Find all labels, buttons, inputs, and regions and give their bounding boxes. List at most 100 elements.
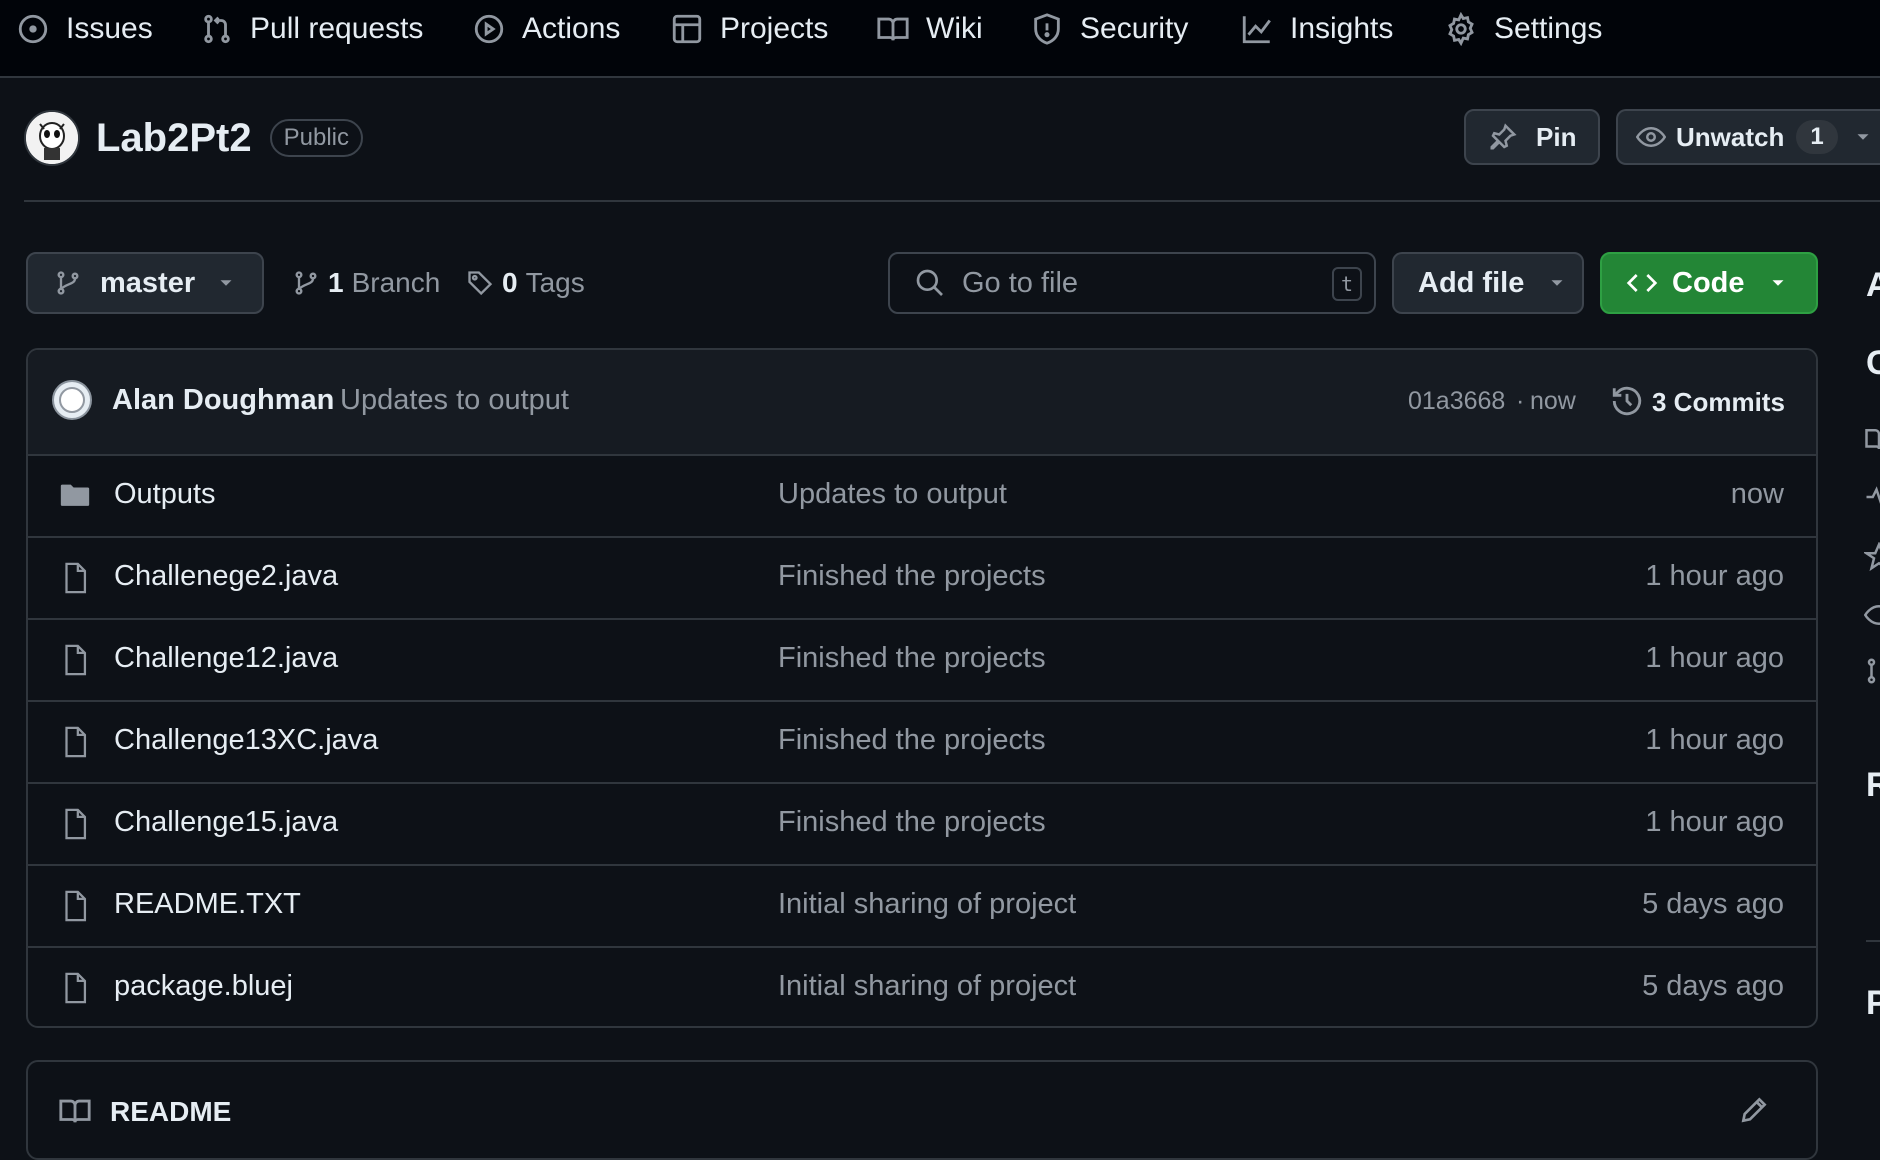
- file-row[interactable]: README.TXT Initial sharing of project 5 …: [28, 866, 1816, 948]
- branches-count: 1: [328, 267, 344, 298]
- file-commit-message[interactable]: Finished the projects: [778, 724, 1046, 757]
- fork-icon: [1867, 658, 1876, 684]
- sidebar-letter: P: [1866, 984, 1880, 1022]
- file-name[interactable]: Challenge15.java: [114, 806, 338, 839]
- file-commit-message[interactable]: Initial sharing of project: [778, 970, 1076, 1003]
- file-row-outputs[interactable]: Outputs Updates to output now: [28, 456, 1816, 538]
- file-name[interactable]: README.TXT: [114, 888, 301, 921]
- pin-icon: [1490, 123, 1517, 150]
- file-icon: [65, 562, 87, 594]
- branch-selector[interactable]: master: [26, 252, 264, 314]
- graph-icon: [1242, 16, 1271, 44]
- chevron-down-icon: [1857, 134, 1869, 140]
- readme-panel: README: [26, 1060, 1818, 1160]
- file-commit-message[interactable]: Finished the projects: [778, 642, 1046, 675]
- gear-icon: [1448, 12, 1474, 46]
- tab-security[interactable]: Security: [1030, 0, 1188, 58]
- file-commit-time: 1 hour ago: [1645, 642, 1784, 674]
- eye-icon: [1636, 126, 1666, 148]
- book-icon: [1865, 429, 1880, 450]
- tags-count: 0: [502, 267, 518, 298]
- chevron-down-icon: [1551, 280, 1563, 286]
- unwatch-button[interactable]: Unwatch 1: [1616, 109, 1880, 165]
- folder-icon: [60, 484, 90, 506]
- branches-label: Branch: [351, 267, 441, 298]
- issue-icon: [18, 14, 48, 44]
- file-commit-message[interactable]: Updates to output: [778, 478, 1007, 511]
- file-icon: [65, 972, 87, 1004]
- add-file-button[interactable]: Add file: [1392, 252, 1584, 314]
- file-commit-time: 5 days ago: [1642, 888, 1784, 920]
- tab-issues-label: Issues: [66, 12, 153, 45]
- repo-nav: Issues Pull requests Actions Projects Wi…: [0, 0, 1880, 78]
- chevron-down-icon: [1772, 280, 1783, 286]
- pencil-icon[interactable]: [1738, 1094, 1770, 1126]
- file-name[interactable]: Challenge12.java: [114, 642, 338, 675]
- tab-actions-label: Actions: [522, 12, 621, 45]
- add-file-label: Add file: [1418, 266, 1525, 299]
- search-placeholder: Go to file: [962, 266, 1079, 299]
- tab-settings[interactable]: Settings: [1444, 0, 1602, 58]
- pin-button[interactable]: Pin: [1464, 109, 1600, 165]
- tag-icon: [468, 271, 493, 296]
- file-name[interactable]: Challenege2.java: [114, 560, 338, 593]
- commit-time: now: [1530, 387, 1576, 415]
- commit-message[interactable]: Updates to output: [340, 384, 569, 417]
- owner-avatar[interactable]: [24, 110, 80, 166]
- book-icon: [59, 1099, 91, 1123]
- file-commit-time: 1 hour ago: [1645, 560, 1784, 592]
- commit-sha[interactable]: 01a3668: [1408, 387, 1505, 416]
- pulse-icon: [1866, 486, 1880, 504]
- file-row[interactable]: Challenge13XC.java Finished the projects…: [28, 702, 1816, 784]
- file-name[interactable]: Challenge13XC.java: [114, 724, 378, 757]
- readme-title[interactable]: README: [110, 1096, 231, 1128]
- code-button[interactable]: Code: [1600, 252, 1818, 314]
- eye-icon: [1864, 604, 1880, 626]
- author-avatar[interactable]: [52, 380, 92, 420]
- code-label: Code: [1672, 266, 1745, 299]
- file-name[interactable]: package.bluej: [114, 970, 293, 1003]
- go-to-file-input[interactable]: Go to file t: [888, 252, 1376, 314]
- commit-separator: ·: [1516, 387, 1525, 415]
- tags-label: Tags: [525, 267, 585, 298]
- branches-link[interactable]: 1 Branch: [292, 258, 440, 308]
- tab-security-label: Security: [1080, 12, 1189, 45]
- repo-name[interactable]: Lab2Pt2: [96, 116, 252, 161]
- sidebar-about-letter: A: [1866, 266, 1880, 304]
- file-row[interactable]: package.bluej Initial sharing of project…: [28, 948, 1816, 1026]
- tab-wiki-label: Wiki: [926, 12, 983, 45]
- unwatch-label: Unwatch: [1676, 121, 1785, 152]
- header-divider: [24, 200, 1880, 202]
- tab-insights[interactable]: Insights: [1240, 0, 1393, 58]
- branch-icon: [295, 271, 317, 295]
- commit-author[interactable]: Alan Doughman: [112, 384, 334, 417]
- play-icon: [474, 14, 504, 44]
- file-row[interactable]: Challenege2.java Finished the projects 1…: [28, 538, 1816, 620]
- file-icon: [65, 890, 87, 922]
- latest-commit-bar: Alan Doughman Updates to output 01a3668 …: [28, 350, 1816, 456]
- tags-link[interactable]: 0 Tags: [466, 258, 585, 308]
- file-commit-message[interactable]: Finished the projects: [778, 806, 1046, 839]
- file-icon: [65, 644, 87, 676]
- file-commit-message[interactable]: Finished the projects: [778, 560, 1046, 593]
- branch-icon: [57, 271, 79, 295]
- tab-actions[interactable]: Actions: [472, 0, 620, 58]
- tab-issues[interactable]: Issues: [16, 0, 153, 58]
- file-row[interactable]: Challenge15.java Finished the projects 1…: [28, 784, 1816, 866]
- file-icon: [65, 808, 87, 840]
- branch-name: master: [100, 266, 196, 299]
- shield-icon: [1034, 13, 1060, 45]
- file-commit-message[interactable]: Initial sharing of project: [778, 888, 1076, 921]
- file-commit-time: 1 hour ago: [1645, 724, 1784, 756]
- file-icon: [65, 726, 87, 758]
- tab-projects[interactable]: Projects: [670, 0, 828, 58]
- sidebar-letter: C: [1866, 344, 1880, 382]
- tab-wiki[interactable]: Wiki: [876, 0, 983, 58]
- file-table: Alan Doughman Updates to output 01a3668 …: [26, 348, 1818, 1028]
- repo-header: Lab2Pt2 Public: [24, 108, 363, 168]
- file-row[interactable]: Challenge12.java Finished the projects 1…: [28, 620, 1816, 702]
- file-name[interactable]: Outputs: [114, 478, 216, 511]
- commits-link[interactable]: 3 Commits: [1652, 387, 1785, 418]
- search-shortcut-key: t: [1332, 267, 1362, 301]
- tab-pull-requests[interactable]: Pull requests: [200, 0, 423, 58]
